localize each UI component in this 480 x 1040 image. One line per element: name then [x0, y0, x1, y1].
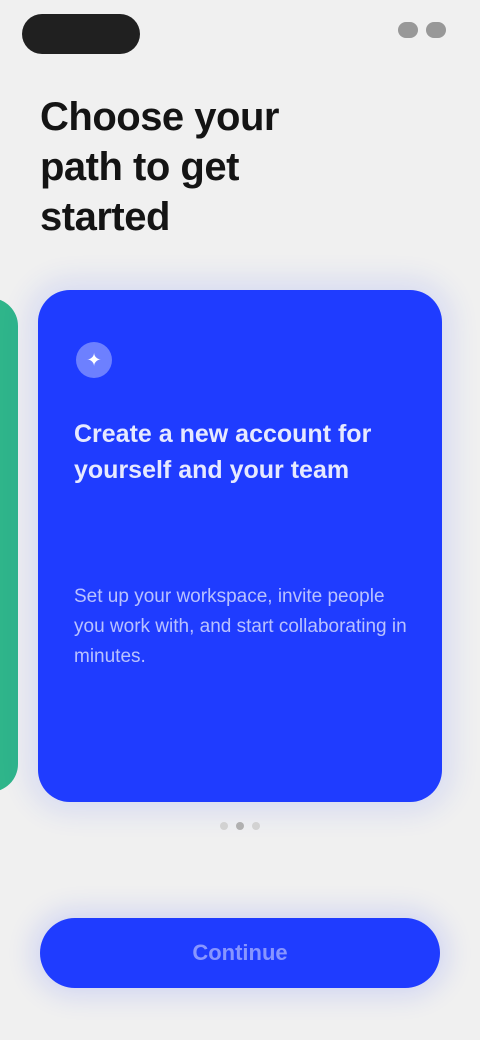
continue-button[interactable]: Continue	[40, 918, 440, 988]
pagination-dot[interactable]	[220, 822, 228, 830]
card-title: Create a new account for yourself and yo…	[74, 420, 372, 484]
menu-icon[interactable]	[398, 22, 418, 38]
carousel-card-previous[interactable]	[0, 298, 18, 792]
close-icon[interactable]	[426, 22, 446, 38]
top-actions	[398, 22, 446, 38]
pagination-dot[interactable]	[252, 822, 260, 830]
pagination-dot-active[interactable]	[236, 822, 244, 830]
top-bar	[0, 8, 480, 56]
carousel-card-active[interactable]: ✦ Create a new account for yourself and …	[38, 290, 442, 802]
onboarding-screen: Choose your path to get started ✦ Create…	[0, 0, 480, 1040]
option-carousel[interactable]: ✦ Create a new account for yourself and …	[0, 280, 480, 810]
sparkle-icon: ✦	[76, 342, 112, 378]
page-title: Choose your path to get started	[40, 95, 279, 239]
brand-logo[interactable]	[22, 14, 140, 54]
carousel-pagination	[0, 822, 480, 830]
card-description: Set up your workspace, invite people you…	[74, 586, 407, 667]
